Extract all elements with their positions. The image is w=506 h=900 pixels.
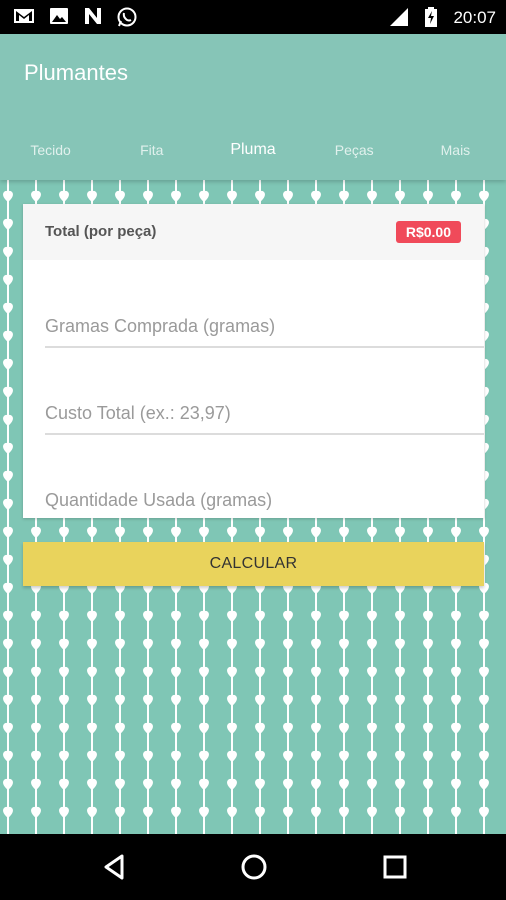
tab-mais[interactable]: Mais: [405, 120, 506, 180]
status-bar: 20:07: [0, 0, 506, 34]
clock: 20:07: [453, 8, 496, 27]
tab-tecido[interactable]: Tecido: [0, 120, 101, 180]
n-app-icon: [85, 8, 101, 24]
image-icon: [50, 8, 68, 24]
calculate-button[interactable]: CALCULAR: [23, 542, 484, 586]
quantity-used-field[interactable]: [45, 482, 484, 522]
home-icon[interactable]: [239, 852, 269, 882]
total-cost-field[interactable]: [45, 395, 484, 435]
signal-icon: [390, 8, 408, 26]
recents-icon[interactable]: [380, 852, 410, 882]
app-title: Plumantes: [24, 60, 128, 85]
grams-purchased-input[interactable]: [45, 308, 484, 337]
quantity-used-input[interactable]: [45, 482, 484, 511]
whatsapp-icon: [117, 7, 137, 27]
tab-pecas[interactable]: Peças: [304, 120, 405, 180]
calc-card: Total (por peça) R$0.00: [23, 204, 484, 518]
card-header: Total (por peça) R$0.00: [23, 204, 484, 260]
total-value-badge: R$0.00: [395, 221, 461, 243]
tab-pluma[interactable]: Pluma: [202, 120, 303, 180]
back-icon[interactable]: [100, 852, 130, 882]
total-label: Total (por peça): [45, 223, 157, 240]
total-cost-input[interactable]: [45, 395, 484, 424]
app-bar: Plumantes Tecido Fita Pluma Peças Mais: [0, 34, 506, 180]
gmail-icon: [14, 9, 34, 23]
tab-bar: Tecido Fita Pluma Peças Mais: [0, 120, 506, 180]
content-area: Total (por peça) R$0.00 CALCULAR: [0, 180, 506, 834]
tab-fita[interactable]: Fita: [101, 120, 202, 180]
battery-charging-icon: [425, 7, 437, 27]
navigation-bar: [0, 834, 506, 900]
grams-purchased-field[interactable]: [45, 308, 484, 348]
